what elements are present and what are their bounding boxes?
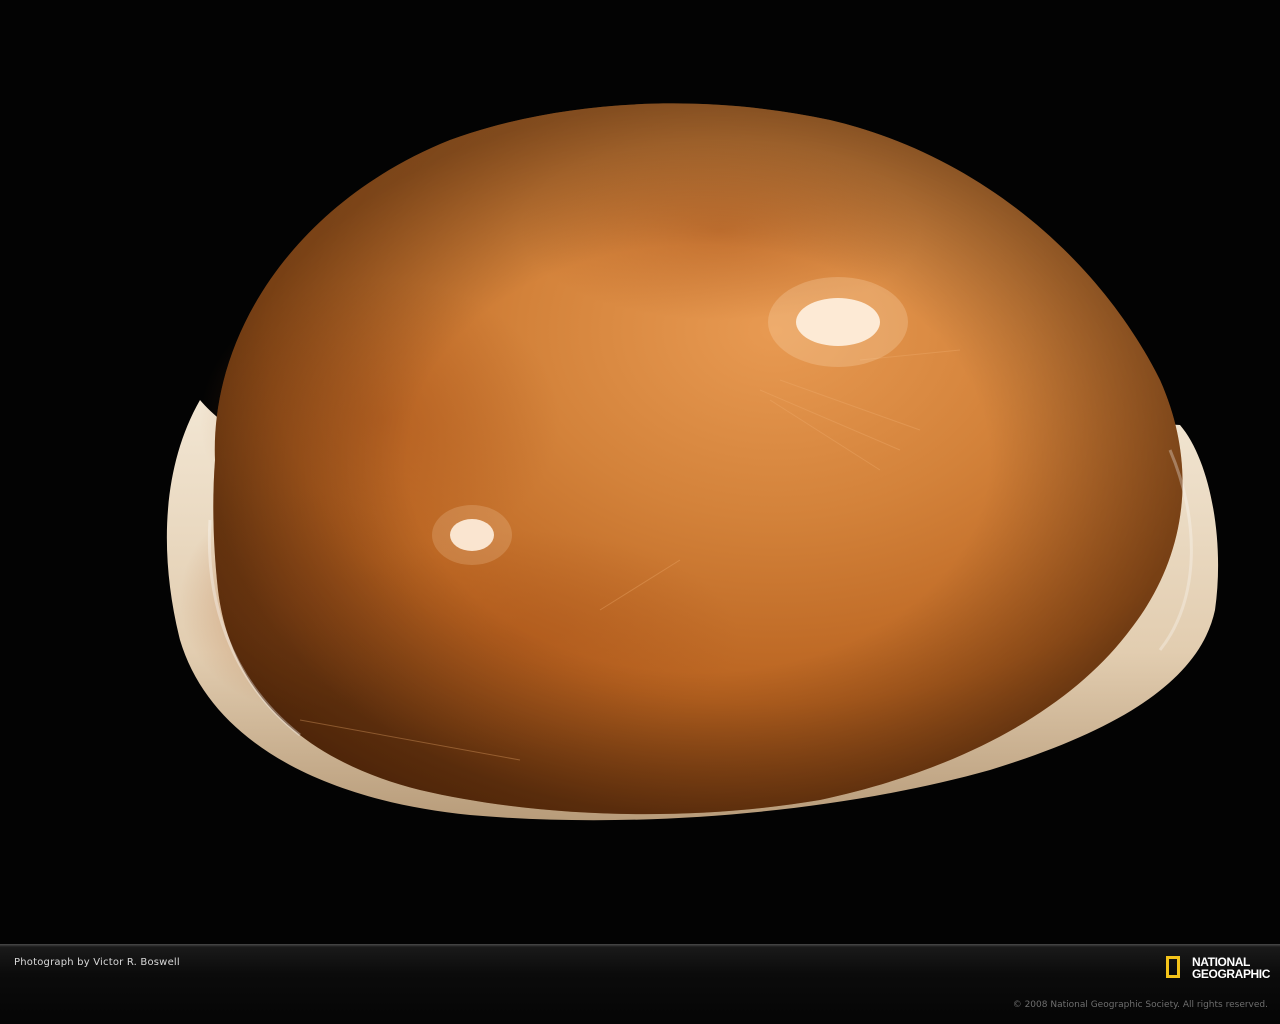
caption-bar [0, 944, 1280, 1024]
yellow-border-icon [1166, 956, 1180, 978]
national-geographic-logo: NATIONAL GEOGRAPHIC [1166, 956, 1270, 986]
brand-wordmark: NATIONAL GEOGRAPHIC [1192, 956, 1270, 980]
copyright-notice: © 2008 National Geographic Society. All … [1012, 1000, 1268, 1010]
wallpaper-photo [0, 0, 1280, 944]
shell-illustration [166, 103, 1219, 821]
brand-line-2: GEOGRAPHIC [1192, 967, 1271, 981]
photo-credit: Photograph by Victor R. Boswell [14, 957, 180, 968]
